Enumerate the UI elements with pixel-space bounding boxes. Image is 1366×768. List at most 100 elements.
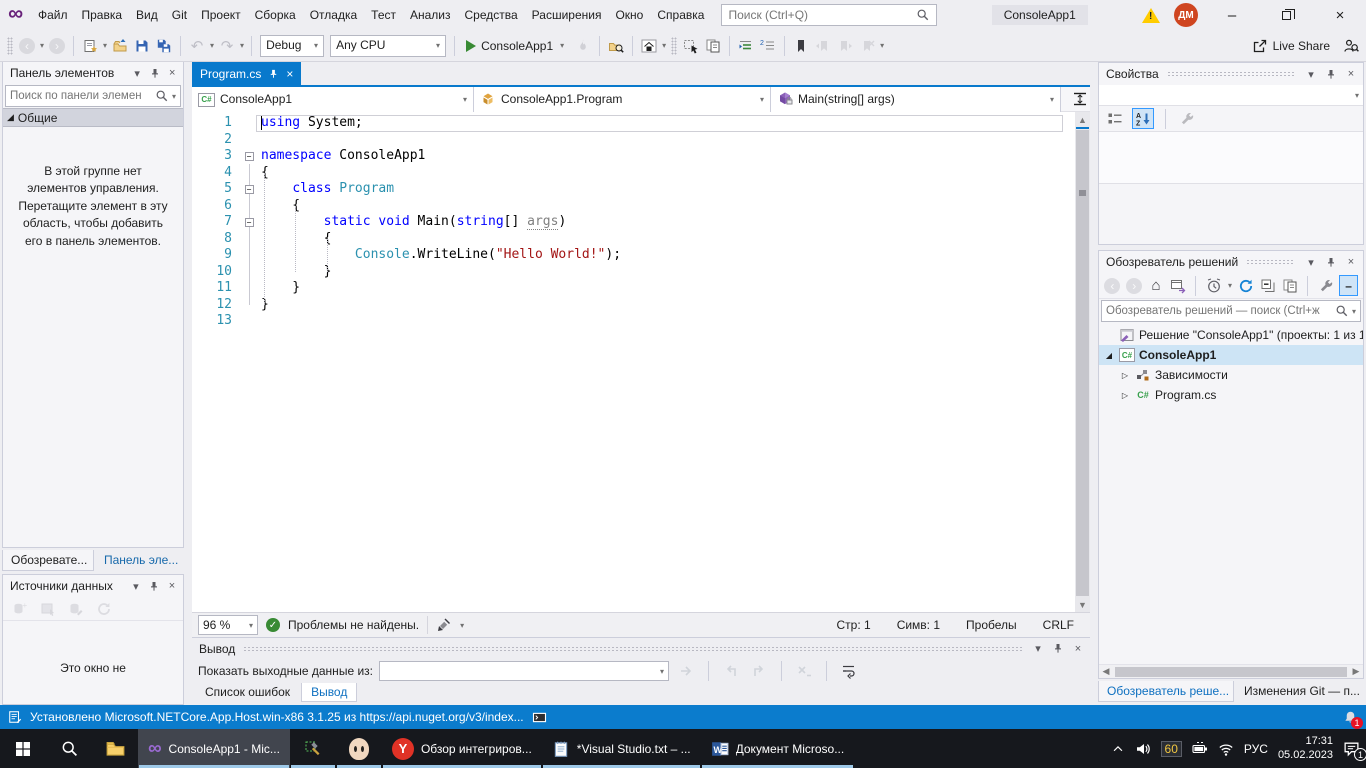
code-line-3[interactable]: 3−namespace ConsoleApp1: [192, 148, 1075, 165]
platform-combo[interactable]: Any CPU▾: [330, 35, 446, 57]
chevron-down-icon[interactable]: ▾: [103, 41, 107, 50]
indent-icon[interactable]: [736, 36, 756, 56]
tree-item-consoleapp1[interactable]: ◢C#ConsoleApp1: [1099, 345, 1363, 365]
code-line-9[interactable]: 9 Console.WriteLine("Hello World!");: [192, 247, 1075, 264]
tab-toolbox[interactable]: Панель эле...: [96, 550, 184, 570]
collapse-box-icon[interactable]: −: [245, 185, 254, 194]
open-file-icon[interactable]: [110, 36, 130, 56]
nav-member-combo[interactable]: Main(string[] args)▾: [771, 87, 1061, 112]
pin-icon[interactable]: [1323, 254, 1339, 270]
chevron-down-icon[interactable]: ▾: [172, 92, 176, 101]
isaac-game-task[interactable]: [336, 729, 382, 768]
breakpoint-margin[interactable]: [192, 247, 208, 264]
bookmark-next-icon[interactable]: [835, 36, 855, 56]
avatar[interactable]: ДМ: [1174, 3, 1198, 27]
chevron-down-icon[interactable]: ▾: [1030, 641, 1046, 657]
redo-icon[interactable]: ↷: [217, 36, 237, 56]
tools-app-task[interactable]: [290, 729, 336, 768]
code-line-8[interactable]: 8 {: [192, 231, 1075, 248]
live-share-button[interactable]: Live Share: [1252, 38, 1330, 54]
chevron-down-icon[interactable]: ▾: [460, 621, 464, 630]
split-editor-button[interactable]: [1070, 87, 1090, 112]
back-icon[interactable]: ‹: [1104, 276, 1121, 296]
expander-icon[interactable]: ◢: [1103, 351, 1115, 360]
menu-Окно[interactable]: Окно: [608, 0, 650, 30]
chevron-down-icon[interactable]: ▾: [880, 41, 884, 50]
spaces-indicator[interactable]: Пробелы: [966, 618, 1017, 632]
chevron-down-icon[interactable]: ▾: [436, 41, 440, 50]
taskbar-search-button[interactable]: [46, 729, 92, 768]
undo-icon[interactable]: ↶: [187, 36, 207, 56]
breakpoint-margin[interactable]: [192, 280, 208, 297]
chevron-down-icon[interactable]: ▾: [1050, 95, 1054, 104]
file-explorer-button[interactable]: [92, 729, 138, 768]
feedback-icon[interactable]: [1341, 36, 1361, 56]
battery-icon[interactable]: [1192, 741, 1208, 757]
line-indicator[interactable]: Стр: 1: [837, 618, 871, 632]
collapse-box-icon[interactable]: −: [245, 152, 254, 161]
chevron-down-icon[interactable]: ▾: [760, 95, 764, 104]
close-icon[interactable]: ×: [286, 67, 293, 81]
code-line-11[interactable]: 11 }: [192, 280, 1075, 297]
tree-item--consoleapp1-1-1-[interactable]: Решение "ConsoleApp1" (проекты: 1 из 1): [1099, 325, 1363, 345]
chevron-down-icon[interactable]: ▾: [40, 41, 44, 50]
outdent-icon[interactable]: 2: [758, 36, 778, 56]
refresh-icon[interactable]: [1238, 276, 1255, 296]
close-button[interactable]: ×: [1320, 0, 1360, 30]
tab-output[interactable]: Вывод: [301, 683, 357, 702]
horizontal-scrollbar[interactable]: ◀ ▶: [1099, 664, 1363, 678]
scrollbar-thumb[interactable]: [1076, 130, 1089, 596]
expander-icon[interactable]: ▷: [1119, 391, 1131, 400]
close-icon[interactable]: ×: [1070, 641, 1086, 657]
menu-Отладка[interactable]: Отладка: [303, 0, 364, 30]
breakpoint-margin[interactable]: [192, 313, 208, 330]
nav-type-combo[interactable]: ConsoleApp1.Program▾: [474, 87, 771, 112]
breakpoint-margin[interactable]: [192, 264, 208, 281]
menu-Файл[interactable]: Файл: [31, 0, 75, 30]
wifi-icon[interactable]: [1218, 741, 1234, 757]
scroll-up-icon[interactable]: ▲: [1075, 112, 1090, 127]
bookmark-clear-icon[interactable]: [857, 36, 877, 56]
fold-margin[interactable]: [242, 115, 256, 132]
tray-expand-icon[interactable]: [1111, 742, 1125, 756]
menu-Сборка[interactable]: Сборка: [248, 0, 303, 30]
pin-icon[interactable]: [148, 65, 162, 81]
breakpoint-margin[interactable]: [192, 148, 208, 165]
menu-Анализ[interactable]: Анализ: [403, 0, 458, 30]
column-indicator[interactable]: Симв: 1: [897, 618, 940, 632]
yandex-browser-task[interactable]: YОбзор интегриров...: [382, 729, 542, 768]
fold-margin[interactable]: [242, 132, 256, 149]
code-line-12[interactable]: 12}: [192, 297, 1075, 314]
breakpoint-margin[interactable]: [192, 297, 208, 314]
panel-grip[interactable]: [1167, 71, 1295, 77]
pin-icon[interactable]: [1050, 641, 1066, 657]
menu-Git[interactable]: Git: [165, 0, 194, 30]
chevron-down-icon[interactable]: ▾: [463, 95, 467, 104]
chevron-down-icon[interactable]: ▾: [560, 41, 564, 50]
minimize-button[interactable]: –: [1212, 0, 1252, 30]
toolbar-grip[interactable]: [7, 37, 13, 55]
chevron-down-icon[interactable]: ▾: [662, 41, 666, 50]
code-line-2[interactable]: 2: [192, 132, 1075, 149]
expander-icon[interactable]: ▷: [1119, 371, 1131, 380]
code-line-1[interactable]: 1using System;: [192, 115, 1075, 132]
tray-clock[interactable]: 17:3105.02.2023: [1278, 735, 1333, 761]
startup-page-icon[interactable]: [639, 36, 659, 56]
datasource-wizard-icon[interactable]: [38, 599, 58, 619]
console-window-icon[interactable]: [532, 710, 547, 725]
chevron-down-icon[interactable]: ▾: [1303, 254, 1319, 270]
toolbox-search[interactable]: Поиск по панели элемен ▾: [5, 85, 181, 107]
categorized-icon[interactable]: [1105, 109, 1125, 129]
chevron-down-icon[interactable]: ▾: [314, 41, 318, 50]
solution-search-box[interactable]: Обозреватель решений — поиск (Ctrl+ж ▾: [1101, 300, 1361, 322]
menu-Правка[interactable]: Правка: [75, 0, 130, 30]
word-task[interactable]: WДокумент Microso...: [701, 729, 855, 768]
property-pages-icon[interactable]: [1177, 109, 1197, 129]
close-icon[interactable]: ×: [1343, 254, 1359, 270]
breakpoint-margin[interactable]: [192, 115, 208, 132]
toolbar-grip[interactable]: [671, 37, 677, 55]
select-element-icon[interactable]: [681, 36, 701, 56]
menu-Вид[interactable]: Вид: [129, 0, 165, 30]
code-cleanup-icon[interactable]: [436, 617, 452, 633]
quick-search-box[interactable]: Поиск (Ctrl+Q): [721, 4, 937, 26]
